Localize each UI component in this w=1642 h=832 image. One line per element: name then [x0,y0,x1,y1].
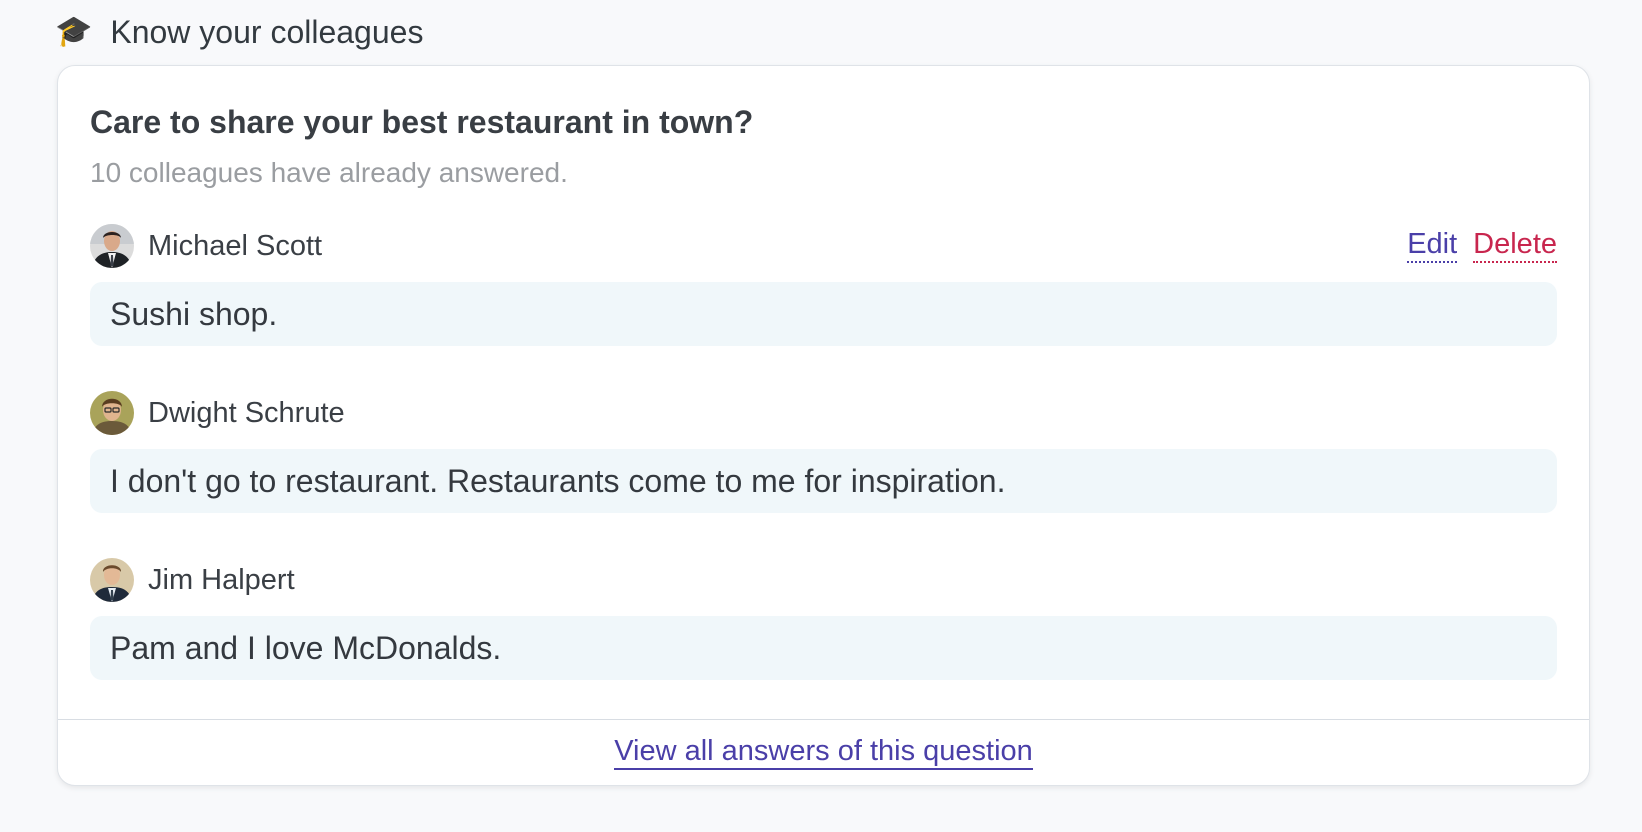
card-footer: View all answers of this question [58,719,1589,785]
answer-header: Jim Halpert [90,558,1557,602]
answer-actions: Edit Delete [1407,228,1557,264]
avatar [90,224,134,268]
question-title: Care to share your best restaurant in to… [90,104,754,140]
answer-text: Sushi shop. [90,282,1557,346]
answer-item: Dwight Schrute I don't go to restaurant.… [90,391,1557,513]
author-name: Dwight Schrute [148,396,345,429]
author-name: Michael Scott [148,229,323,262]
delete-link[interactable]: Delete [1473,228,1557,264]
answered-count: 10 colleagues have already answered. [90,157,568,188]
answer-text: I don't go to restaurant. Restaurants co… [90,449,1557,513]
answer-item: Michael Scott Edit Delete Sushi shop. [90,224,1557,346]
question-card: Care to share your best restaurant in to… [57,65,1590,786]
avatar [90,391,134,435]
answer-item: Jim Halpert Pam and I love McDonalds. [90,558,1557,680]
edit-link[interactable]: Edit [1407,228,1458,264]
answer-text: Pam and I love McDonalds. [90,616,1557,680]
answer-header: Michael Scott Edit Delete [90,224,1557,268]
card-body: Care to share your best restaurant in to… [58,66,1589,722]
view-all-answers-link[interactable]: View all answers of this question [614,735,1033,771]
avatar [90,558,134,602]
section-header: 🎓 Know your colleagues [55,12,423,52]
answer-header: Dwight Schrute [90,391,1557,435]
author-name: Jim Halpert [148,563,295,596]
graduation-cap-icon: 🎓 [55,15,93,48]
section-title: Know your colleagues [110,13,424,50]
